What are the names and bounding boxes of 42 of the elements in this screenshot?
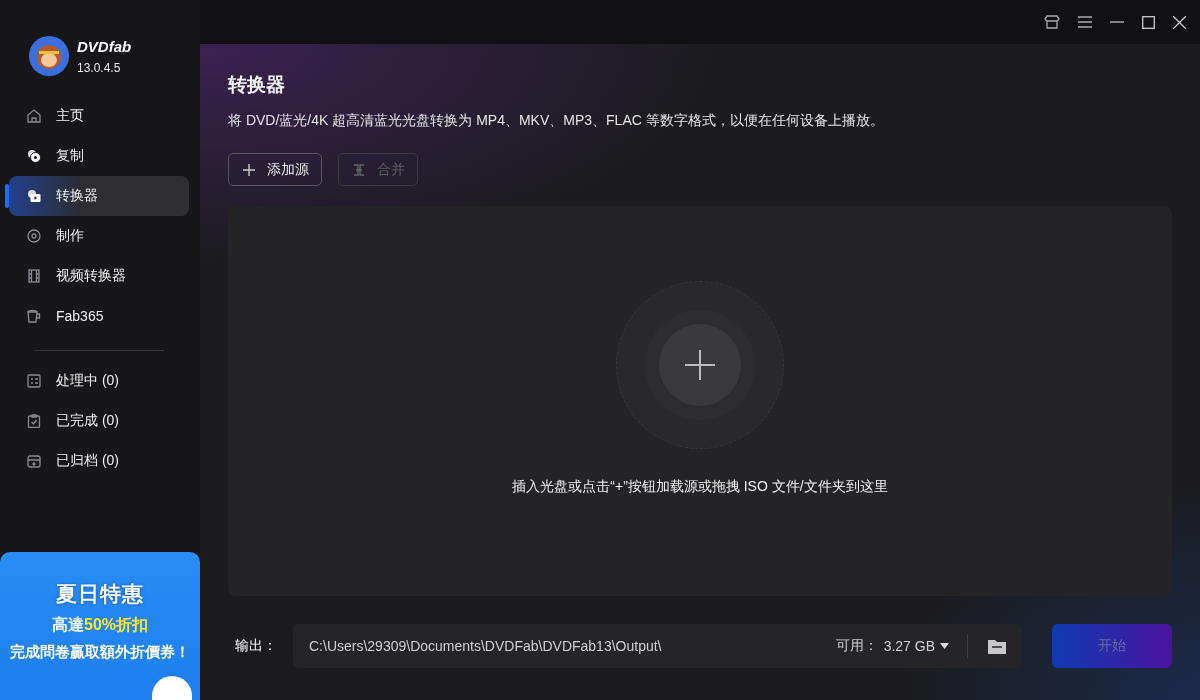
promo-text: 完成問卷贏取額外折價券！ xyxy=(10,643,190,662)
sidebar-item[interactable]: 视频转换器 xyxy=(9,256,189,296)
disc-icon xyxy=(26,229,42,243)
free-space-label: 可用： xyxy=(835,637,878,655)
folder-icon[interactable] xyxy=(988,638,1006,654)
page-description: 将 DVD/蓝光/4K 超高清蓝光光盘转换为 MP4、MKV、MP3、FLAC 等数字格式，以便在任何设备上播放。 xyxy=(228,112,885,130)
output-label: 输出： xyxy=(235,637,278,655)
output-path: C:\Users\29309\Documents\DVDFab\DVDFab13\Output\ xyxy=(309,638,663,654)
sidebar-item[interactable]: 复制 xyxy=(9,136,189,176)
menu-icon[interactable] xyxy=(1078,16,1092,28)
caret-icon xyxy=(940,643,949,649)
promo-banner[interactable]: 夏日特惠 高達50%折扣 完成問卷贏取額外折價券！ xyxy=(0,552,200,700)
free-space-dropdown[interactable]: 3.27 GB xyxy=(883,638,949,654)
sidebar-item[interactable]: 已归档 (0) xyxy=(9,441,189,481)
sidebar-item[interactable]: Fab365 xyxy=(9,296,189,336)
promo-title: 夏日特惠 xyxy=(56,581,144,607)
promo-discount: 高達50%折扣 xyxy=(52,615,148,635)
version-label: 13.0.4.5 xyxy=(77,60,122,75)
drop-zone[interactable]: 插入光盘或点击“+”按钮加载源或拖拽 ISO 文件/文件夹到这里 xyxy=(228,206,1172,596)
sidebar-item[interactable]: 处理中 (0) xyxy=(9,361,189,401)
cup-icon xyxy=(26,309,42,323)
discs-icon xyxy=(26,149,42,163)
close-icon[interactable] xyxy=(1173,15,1186,29)
drop-hint: 插入光盘或点击“+”按钮加载源或拖拽 ISO 文件/文件夹到这里 xyxy=(512,478,888,496)
merge-icon xyxy=(353,163,365,176)
output-path-field[interactable]: C:\Users\29309\Documents\DVDFab\DVDFab13\Output\ 可用： 3.27 GB xyxy=(293,624,1022,668)
archive-box-icon xyxy=(26,454,42,468)
page-title: 转换器 xyxy=(228,72,286,97)
add-source-button[interactable]: 添加源 xyxy=(228,153,322,186)
plus-icon xyxy=(685,350,715,380)
film-icon xyxy=(26,269,42,283)
sidebar-item[interactable]: 制作 xyxy=(9,216,189,256)
home-icon xyxy=(26,109,42,123)
clipboard-check-icon xyxy=(26,414,42,428)
sidebar-item[interactable]: 已完成 (0) xyxy=(9,401,189,441)
list-icon xyxy=(26,374,42,388)
sidebar-item[interactable]: 主页 xyxy=(9,96,189,136)
disc-video-icon xyxy=(26,189,42,203)
maximize-icon[interactable] xyxy=(1142,15,1155,29)
plus-icon xyxy=(243,163,255,176)
mascot-logo xyxy=(29,36,69,76)
app-name: DVDfab xyxy=(77,37,132,55)
